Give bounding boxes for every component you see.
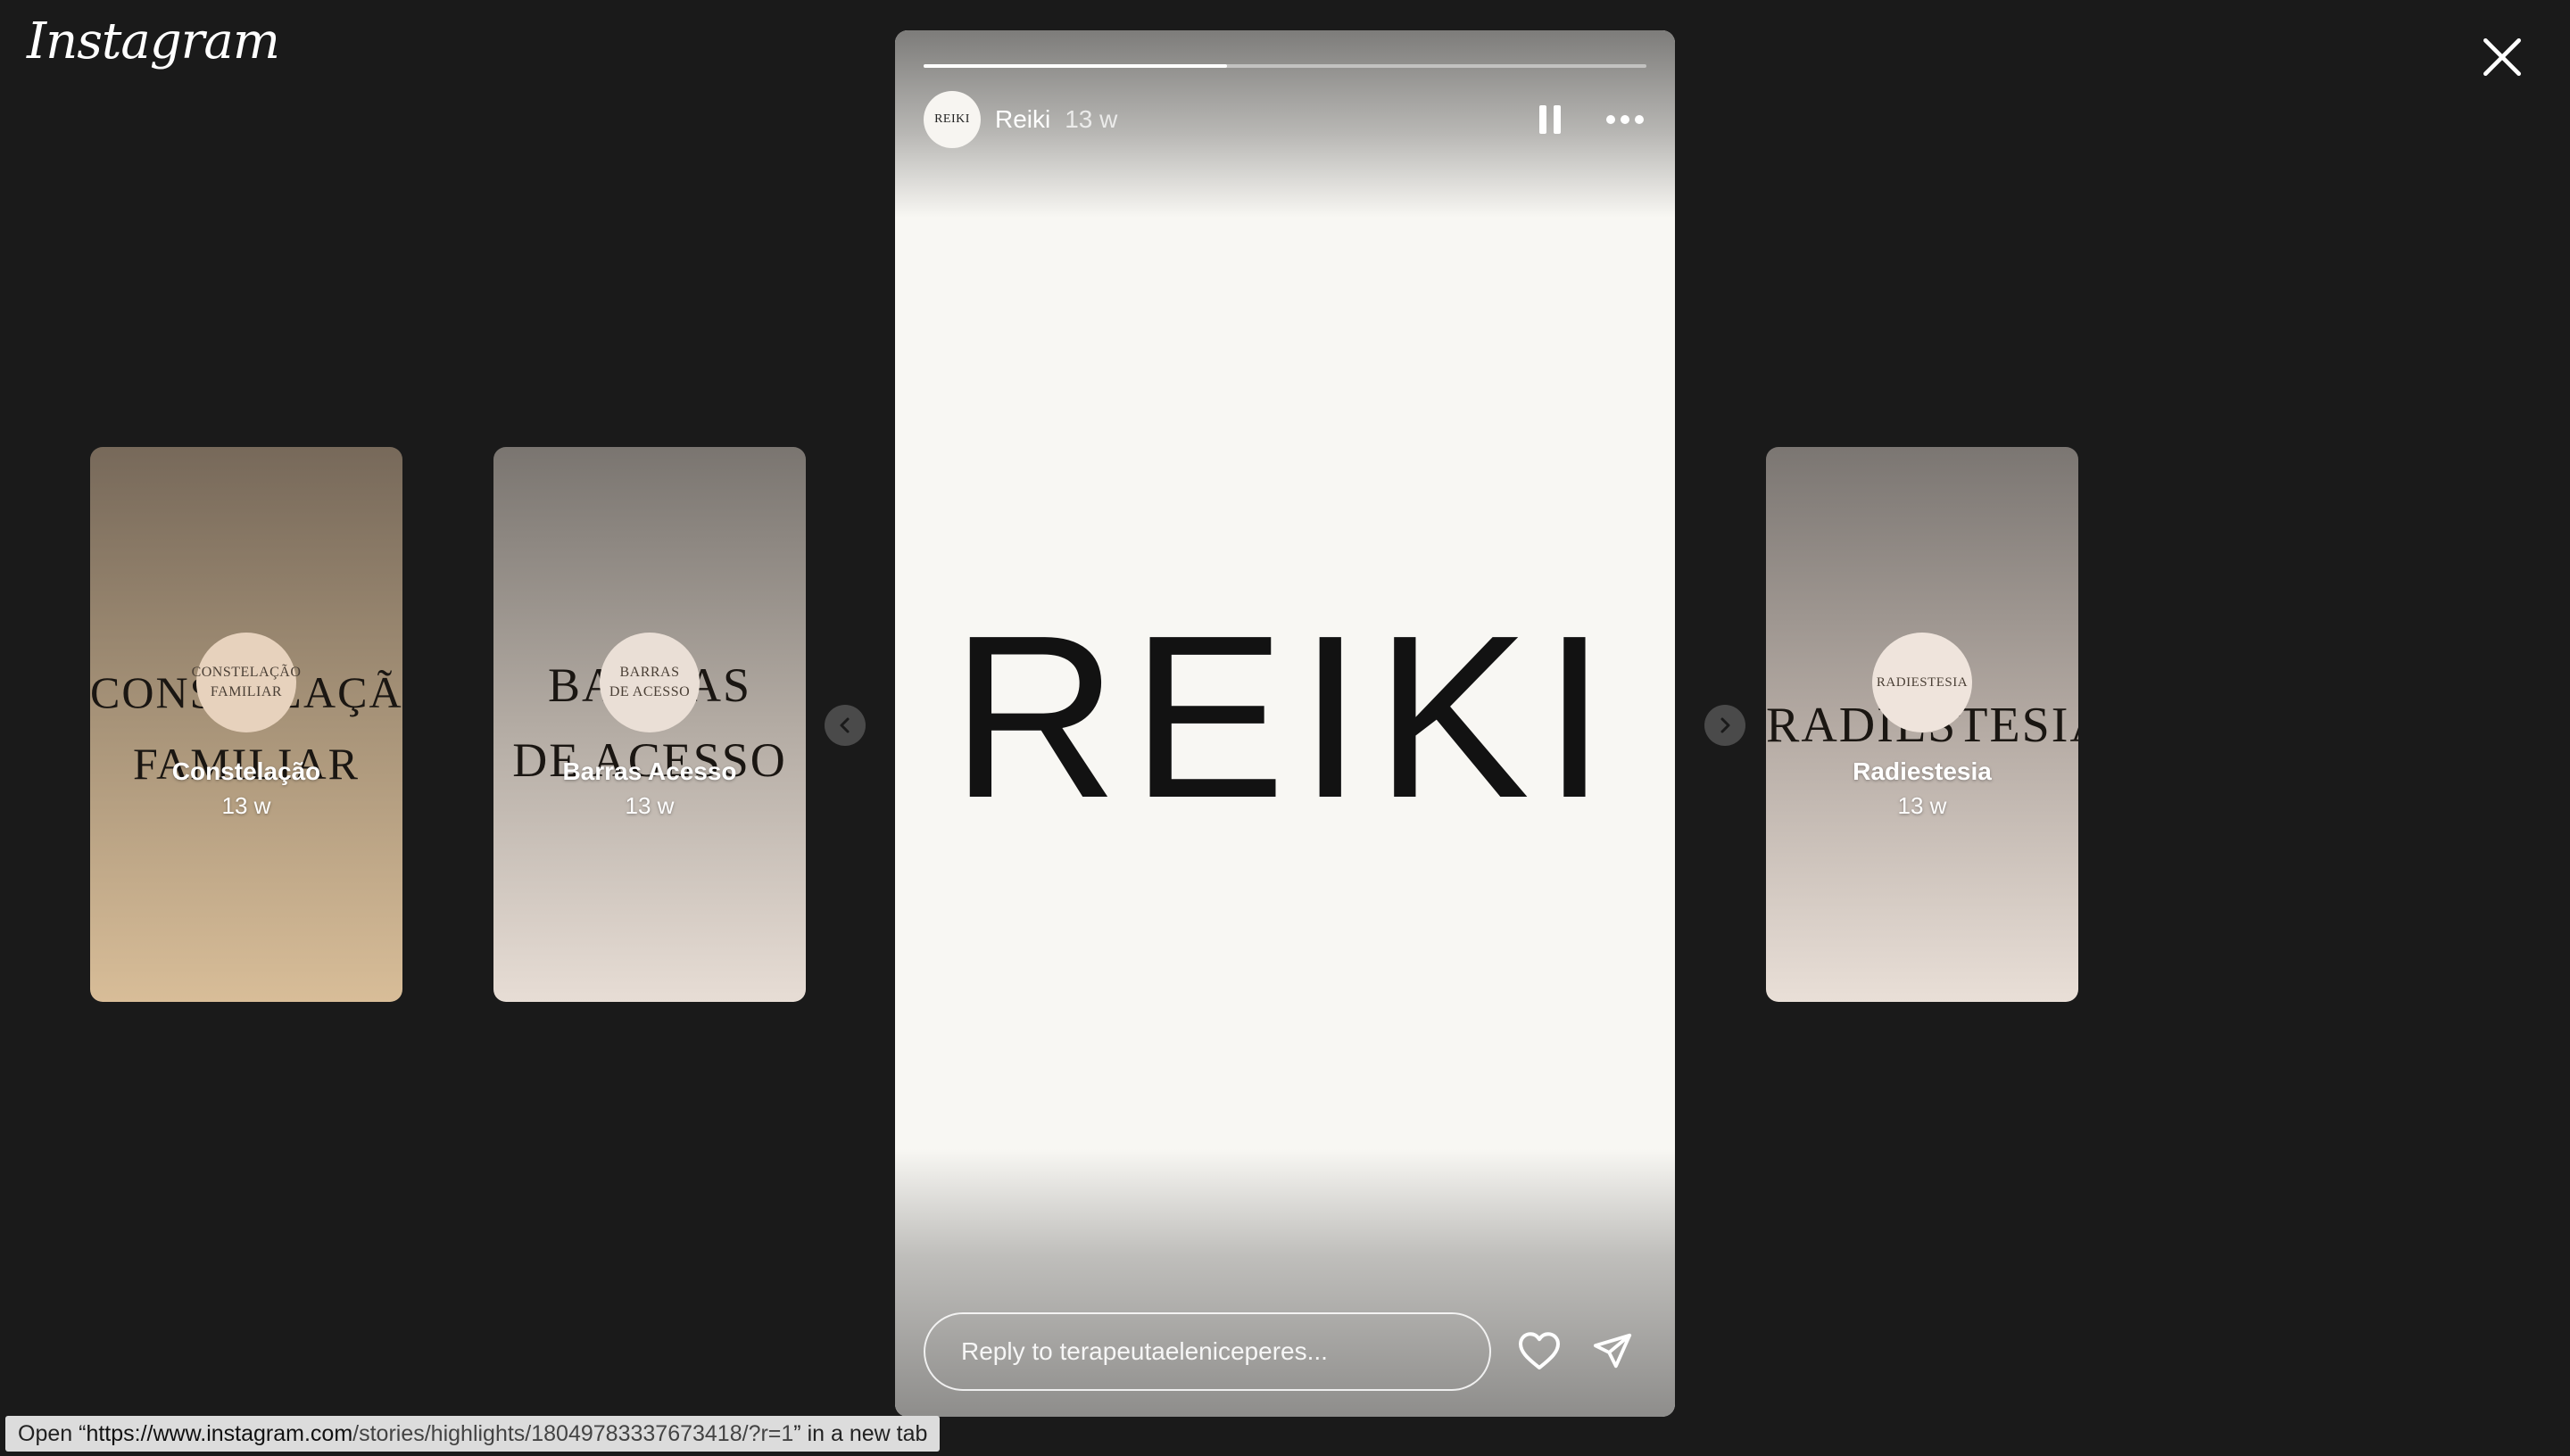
reply-input[interactable]	[924, 1312, 1491, 1391]
preview-avatar: RADIESTESIA	[1872, 633, 1972, 732]
chevron-right-icon	[1720, 717, 1730, 733]
status-url-host: https://www.instagram.com	[86, 1420, 353, 1446]
preview-name: Constelação	[171, 757, 321, 785]
story-avatar[interactable]: REIKI	[924, 91, 981, 148]
previous-story-button[interactable]	[825, 705, 866, 746]
story-preview-constelacao[interactable]: CONSTELAÇÃO FAMILIAR CONSTELAÇÃOFAMILIAR…	[90, 447, 402, 1002]
pause-icon	[1539, 105, 1561, 134]
story-preview-barras-acesso[interactable]: BARRAS DE ACESSO BARRASDE ACESSO Barras …	[493, 447, 806, 1002]
story-content-text: REIKI	[950, 588, 1620, 847]
preview-time: 13 w	[1897, 792, 1947, 819]
story-header: REIKI Reiki 13 w	[924, 91, 1646, 148]
story-preview-radiestesia[interactable]: RADIESTESIA RADIESTESIA Radiestesia 13 w	[1766, 447, 2078, 1002]
next-story-button[interactable]	[1704, 705, 1745, 746]
story-timestamp: 13 w	[1065, 105, 1118, 133]
preview-avatar: CONSTELAÇÃO FAMILIAR	[192, 633, 301, 732]
close-button[interactable]	[2477, 32, 2527, 82]
story-progress-bar	[924, 64, 1646, 68]
preview-time: 13 w	[221, 792, 271, 819]
status-url-path: /stories/highlights/18049783337673418/?r…	[352, 1420, 794, 1446]
pause-button[interactable]	[1532, 102, 1568, 137]
more-options-button[interactable]	[1604, 102, 1646, 137]
preview-name: Radiestesia	[1853, 757, 1992, 785]
story-username[interactable]: Reiki	[995, 105, 1050, 134]
preview-name: Barras Acesso	[562, 757, 737, 785]
story-progress-fill	[924, 64, 1228, 68]
heart-icon	[1519, 1332, 1560, 1369]
close-icon	[2483, 38, 2521, 76]
preview-time: 13 w	[625, 792, 675, 819]
active-story[interactable]: REIKI Reiki 13 w REIKI	[895, 30, 1675, 1417]
more-horizontal-icon	[1606, 115, 1644, 124]
instagram-logo[interactable]: Instagram	[27, 12, 280, 70]
paper-plane-icon	[1593, 1333, 1632, 1369]
like-button[interactable]	[1514, 1326, 1564, 1376]
preview-avatar: BARRAS DE ACESSO	[600, 633, 700, 732]
story-viewer: Instagram CONSTELAÇÃO FAMILIAR CONSTELAÇ…	[0, 0, 2570, 1456]
chevron-left-icon	[840, 717, 850, 733]
link-status-tooltip: Open “https://www.instagram.com/stories/…	[5, 1416, 941, 1452]
share-button[interactable]	[1588, 1326, 1637, 1376]
